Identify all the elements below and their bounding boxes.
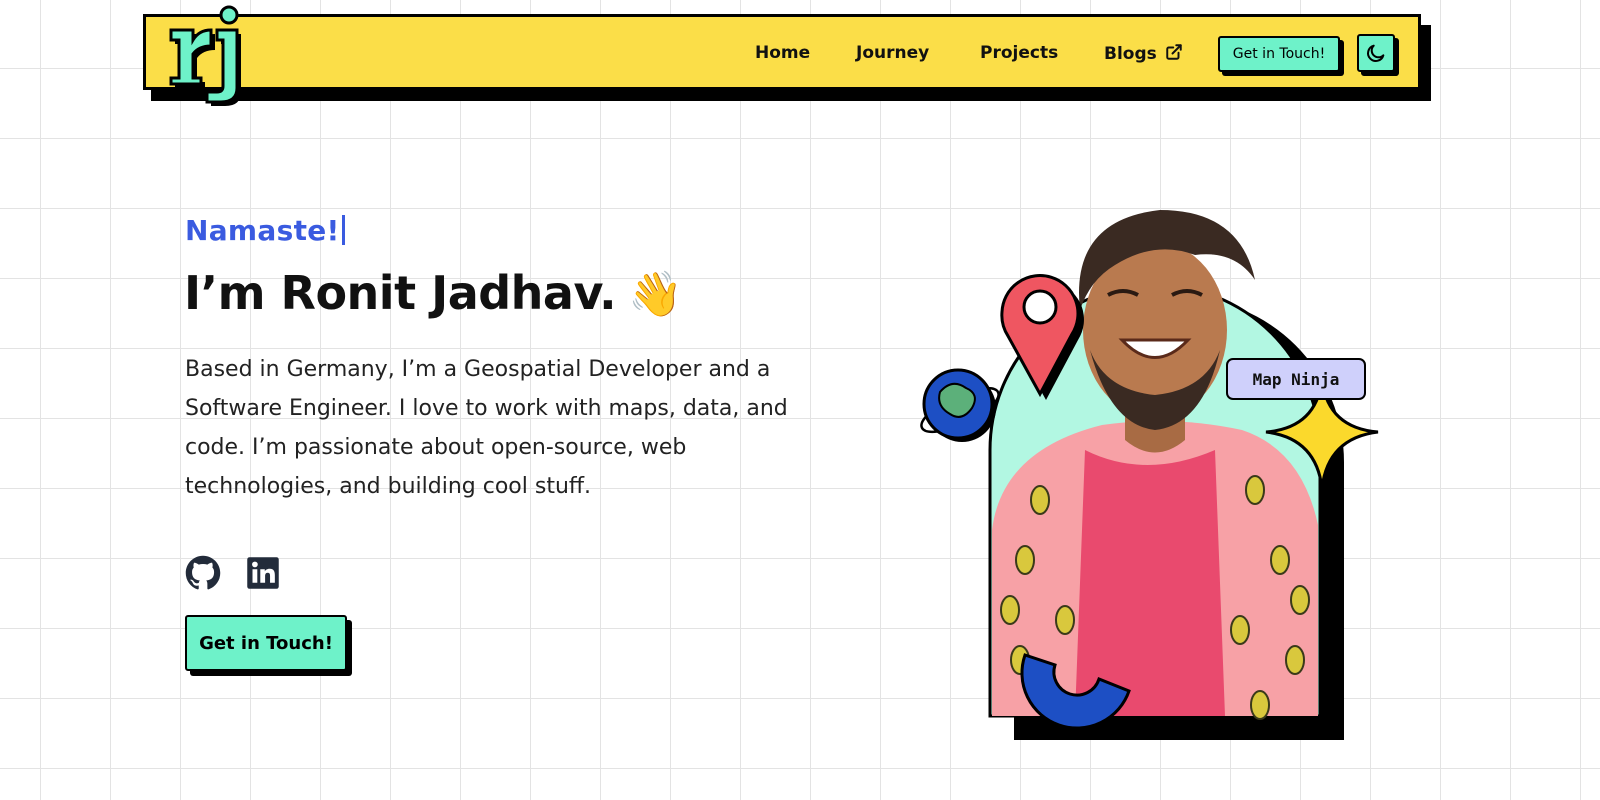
hero-title-text: I’m Ronit Jadhav. (184, 266, 617, 320)
waving-hand-emoji: 👋 (628, 269, 683, 320)
logo[interactable]: rj (167, 2, 247, 106)
greeting: Namaste! (185, 214, 345, 247)
typing-caret (341, 215, 345, 245)
nav-get-in-touch-button[interactable]: Get in Touch! (1218, 36, 1340, 72)
hero-title: I’m Ronit Jadhav. 👋 (184, 266, 683, 320)
map-ninja-tag: Map Ninja (1226, 358, 1366, 400)
moon-icon (1367, 44, 1385, 62)
hero-get-in-touch-button[interactable]: Get in Touch! (185, 615, 347, 671)
nav-blogs-label: Blogs (1104, 44, 1157, 64)
nav-journey-link[interactable]: Journey (856, 43, 929, 63)
hero-bio: Based in Germany, I’m a Geospatial Devel… (185, 357, 788, 499)
github-icon[interactable] (185, 555, 221, 591)
nav-projects-link[interactable]: Projects (980, 43, 1058, 63)
linkedin-icon[interactable] (245, 555, 281, 591)
external-link-icon (1166, 44, 1182, 60)
greeting-text: Namaste! (185, 214, 340, 247)
theme-toggle-button[interactable] (1357, 34, 1395, 72)
nav-blogs-link[interactable]: Blogs (1104, 43, 1183, 64)
nav-home-link[interactable]: Home (755, 43, 810, 63)
hero-illustration (920, 210, 1379, 740)
